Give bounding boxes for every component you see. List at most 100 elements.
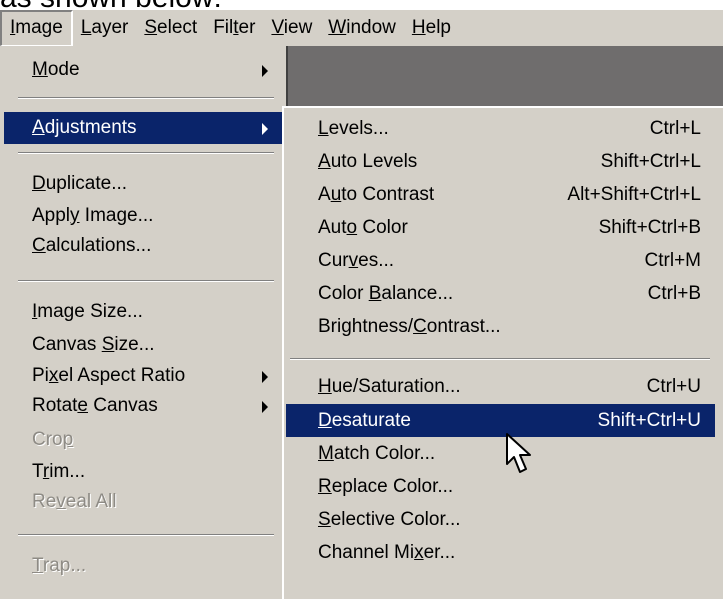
menu-view[interactable]: View — [263, 12, 320, 44]
item-label-part: A — [318, 184, 331, 205]
item-label-part: es... — [358, 250, 395, 271]
submenu-arrow-icon — [262, 371, 268, 383]
item-label-part: im... — [49, 461, 86, 482]
item-label-part: Brightness/ — [318, 316, 414, 337]
item-accel-key: y — [70, 205, 80, 226]
shortcut-label: Alt+Shift+Ctrl+L — [567, 184, 701, 205]
shortcut-label: Shift+Ctrl+B — [598, 217, 701, 238]
menu-select[interactable]: Select — [136, 12, 205, 44]
image-menu-dropdown: Mode Adjustments Duplicate... Apply Imag… — [0, 46, 288, 599]
menu-item-adjustments[interactable]: Adjustments — [4, 112, 282, 144]
menu-separator — [18, 280, 274, 282]
menu-item-crop[interactable]: Crop — [4, 424, 282, 456]
item-label-part: djustments — [44, 117, 137, 138]
menu-window[interactable]: Window — [320, 12, 404, 44]
submenu-separator — [290, 358, 710, 360]
menu-item-trap[interactable]: Trap... — [4, 550, 282, 582]
menu-image[interactable]: Image — [0, 10, 73, 46]
menu-item-reveal-all[interactable]: Reveal All — [4, 486, 282, 518]
menu-label-part: er — [238, 17, 256, 38]
item-accel-key: v — [348, 250, 359, 271]
menu-item-apply-image[interactable]: Apply Image... — [4, 200, 282, 232]
shortcut-label: Ctrl+M — [644, 250, 701, 271]
item-label-part: Color — [357, 217, 408, 238]
item-label-part: atch Color... — [333, 443, 436, 464]
item-label-part: el Aspect Ratio — [58, 365, 186, 386]
menu-item-pixel-aspect-ratio[interactable]: Pixel Aspect Ratio — [4, 360, 282, 392]
shortcut-label: Ctrl+B — [647, 283, 701, 304]
submenu-item-color-balance[interactable]: Color Balance... Ctrl+B — [286, 277, 715, 310]
item-label-part: ize... — [114, 334, 155, 355]
item-accel-key: v — [56, 491, 66, 512]
shortcut-label: Ctrl+U — [646, 376, 701, 397]
menu-filter[interactable]: Filter — [205, 12, 263, 44]
item-accel-key: e — [77, 395, 88, 416]
submenu-item-auto-contrast[interactable]: Auto Contrast Alt+Shift+Ctrl+L — [286, 178, 715, 211]
menu-separator — [18, 534, 274, 536]
menu-accel-key: W — [328, 17, 347, 38]
item-label-part: Canvas — [88, 395, 158, 416]
item-accel-key: T — [32, 555, 43, 576]
item-accel-key: S — [101, 334, 115, 355]
item-label-part: Pi — [32, 365, 49, 386]
menu-accel-key: V — [271, 17, 284, 38]
menu-label-part: mage — [15, 17, 63, 38]
item-label-part: esaturate — [331, 410, 411, 431]
submenu-item-desaturate[interactable]: Desaturate Shift+Ctrl+U — [286, 404, 715, 437]
item-accel-key: A — [32, 117, 45, 138]
submenu-item-replace-color[interactable]: Replace Color... — [286, 470, 715, 503]
item-label-part: eplace Color... — [331, 476, 454, 497]
item-label-part: Channel Mi — [318, 542, 415, 563]
menu-item-rotate-canvas[interactable]: Rotate Canvas — [4, 390, 282, 422]
item-label-part: Cro — [32, 429, 63, 450]
item-accel-key: B — [368, 283, 382, 304]
submenu-item-channel-mixer[interactable]: Channel Mixer... — [286, 536, 715, 569]
submenu-item-selective-color[interactable]: Selective Color... — [286, 503, 715, 536]
item-accel-key: D — [318, 410, 332, 431]
item-label-part: T — [32, 461, 43, 482]
item-label-part: ode — [47, 59, 80, 80]
item-accel-key: C — [413, 316, 427, 337]
menu-item-mode[interactable]: Mode — [4, 54, 282, 86]
item-label-part: er... — [423, 542, 456, 563]
item-accel-key: D — [32, 173, 46, 194]
item-label-part: rap... — [42, 555, 87, 576]
submenu-item-hue-saturation[interactable]: Hue/Saturation... Ctrl+U — [286, 370, 715, 403]
item-label-part: evels... — [328, 118, 389, 139]
item-accel-key: A — [318, 151, 331, 172]
item-accel-key: M — [32, 59, 48, 80]
item-label-part: uplicate... — [45, 173, 128, 194]
item-label-part: Appl — [32, 205, 71, 226]
menu-item-trim[interactable]: Trim... — [4, 456, 282, 488]
menu-item-duplicate[interactable]: Duplicate... — [4, 168, 282, 200]
item-label-part: alance... — [381, 283, 454, 304]
menu-accel-key: H — [411, 17, 426, 38]
menu-label-part: elp — [425, 17, 451, 38]
submenu-item-levels[interactable]: Levels... Ctrl+L — [286, 112, 715, 145]
menu-layer[interactable]: Layer — [73, 12, 137, 44]
menu-item-calculations[interactable]: Calculations... — [4, 230, 282, 262]
item-accel-key: L — [318, 118, 329, 139]
menu-accel-key: L — [80, 17, 92, 38]
submenu-item-auto-levels[interactable]: Auto Levels Shift+Ctrl+L — [286, 145, 715, 178]
submenu-item-match-color[interactable]: Match Color... — [286, 437, 715, 470]
menu-item-canvas-size[interactable]: Canvas Size... — [4, 329, 282, 361]
arrow-pointer-icon — [506, 433, 531, 473]
submenu-item-curves[interactable]: Curves... Ctrl+M — [286, 244, 715, 277]
submenu-item-brightness-contrast[interactable]: Brightness/Contrast... — [286, 310, 715, 343]
menu-label-part: iew — [283, 17, 313, 38]
menu-item-image-size[interactable]: Image Size... — [4, 296, 282, 328]
item-label-part: Cur — [318, 250, 349, 271]
submenu-item-auto-color[interactable]: Auto Color Shift+Ctrl+B — [286, 211, 715, 244]
item-accel-key: C — [32, 235, 46, 256]
menu-help[interactable]: Help — [404, 12, 459, 44]
item-label-part: Color — [318, 283, 369, 304]
menu-label-part: indow — [346, 17, 396, 38]
item-label-part: Image... — [79, 205, 154, 226]
item-label-part: eal All — [65, 491, 117, 512]
item-accel-key: H — [318, 376, 332, 397]
item-label-part: Aut — [318, 217, 347, 238]
item-label-part: Re — [32, 491, 57, 512]
item-accel-key: M — [318, 443, 334, 464]
item-label-part: Rotat — [32, 395, 78, 416]
